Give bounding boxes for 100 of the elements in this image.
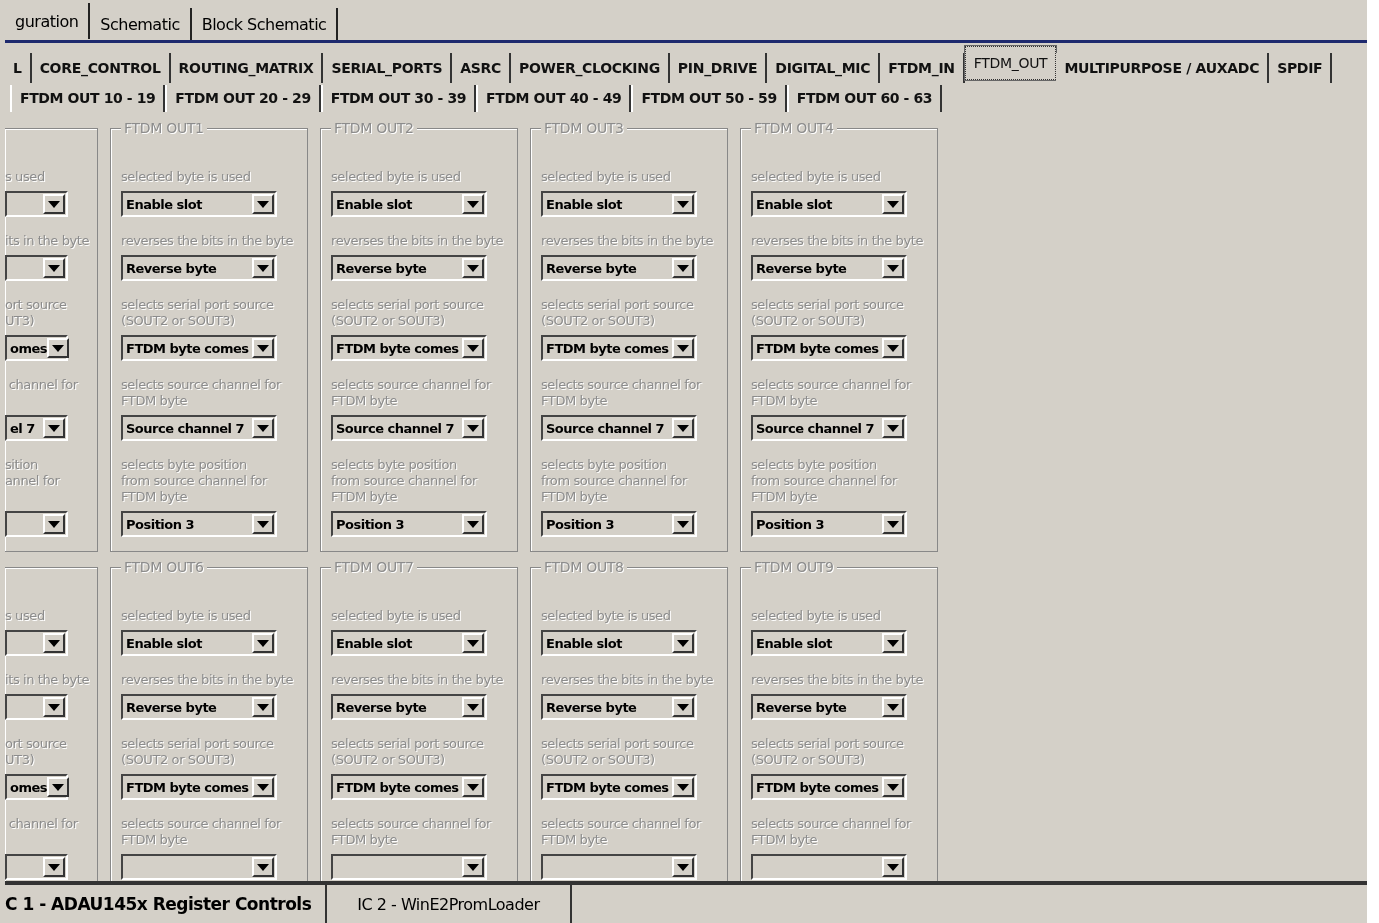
dropdown-button[interactable] (252, 857, 274, 877)
dropdown[interactable] (541, 854, 697, 880)
dropdown[interactable]: Reverse byte (751, 694, 907, 720)
dropdown[interactable]: FTDM byte comes (751, 335, 907, 361)
dropdown-button[interactable] (882, 258, 904, 278)
dropdown[interactable]: Source channel 7 (121, 415, 277, 441)
dropdown-button[interactable] (252, 514, 274, 534)
dropdown-button[interactable] (882, 777, 904, 797)
dropdown-button[interactable] (882, 194, 904, 214)
dropdown-button[interactable] (252, 633, 274, 653)
dropdown-button[interactable] (882, 857, 904, 877)
dropdown-button[interactable] (252, 697, 274, 717)
dropdown[interactable]: Position 3 (541, 511, 697, 537)
dropdown[interactable]: omes (5, 774, 68, 800)
dropdown[interactable] (5, 694, 68, 720)
tab[interactable]: FTDM OUT 30 - 39 (320, 84, 477, 112)
dropdown[interactable]: FTDM byte comes (331, 774, 487, 800)
dropdown[interactable] (5, 854, 68, 880)
dropdown[interactable]: Reverse byte (541, 694, 697, 720)
dropdown[interactable]: Enable slot (541, 191, 697, 217)
dropdown[interactable]: Enable slot (121, 191, 277, 217)
dropdown-button[interactable] (672, 338, 694, 358)
dropdown[interactable]: Reverse byte (541, 255, 697, 281)
dropdown[interactable]: Enable slot (121, 630, 277, 656)
dropdown[interactable] (5, 191, 68, 217)
dropdown[interactable]: FTDM byte comes (121, 774, 277, 800)
dropdown-button[interactable] (882, 338, 904, 358)
tab[interactable]: FTDM OUT 40 - 49 (476, 84, 632, 112)
dropdown[interactable]: Reverse byte (331, 694, 487, 720)
dropdown-button[interactable] (672, 418, 694, 438)
dropdown-button[interactable] (882, 697, 904, 717)
tab[interactable]: FTDM OUT 50 - 59 (631, 84, 787, 112)
dropdown[interactable]: Enable slot (331, 191, 487, 217)
tab[interactable]: MULTIPURPOSE / AUXADC (1056, 53, 1270, 83)
tab[interactable]: FTDM OUT 10 - 19 (10, 84, 166, 112)
dropdown-button[interactable] (43, 857, 65, 877)
dropdown[interactable]: Enable slot (331, 630, 487, 656)
dropdown[interactable] (121, 854, 277, 880)
dropdown-button[interactable] (462, 697, 484, 717)
tab[interactable]: FTDM_OUT (964, 46, 1057, 80)
dropdown[interactable] (331, 854, 487, 880)
dropdown-button[interactable] (672, 633, 694, 653)
tab[interactable]: FTDM OUT 20 - 29 (165, 84, 321, 112)
dropdown-button[interactable] (672, 857, 694, 877)
dropdown[interactable]: Position 3 (121, 511, 277, 537)
dropdown[interactable]: omes (5, 335, 68, 361)
dropdown-button[interactable] (882, 633, 904, 653)
dropdown[interactable]: Reverse byte (331, 255, 487, 281)
dropdown-button[interactable] (43, 194, 65, 214)
dropdown-button[interactable] (252, 418, 274, 438)
dropdown-button[interactable] (43, 697, 65, 717)
dropdown-button[interactable] (462, 633, 484, 653)
dropdown-button[interactable] (462, 194, 484, 214)
dropdown-button[interactable] (672, 777, 694, 797)
dropdown-button[interactable] (47, 338, 70, 358)
dropdown[interactable]: el 7 (5, 415, 68, 441)
dropdown-button[interactable] (252, 777, 274, 797)
tab[interactable]: C 1 - ADAU145x Register Controls (5, 885, 328, 923)
dropdown[interactable]: Reverse byte (121, 255, 277, 281)
dropdown[interactable]: Source channel 7 (331, 415, 487, 441)
dropdown[interactable] (5, 630, 68, 656)
dropdown[interactable]: Enable slot (751, 630, 907, 656)
dropdown-button[interactable] (462, 857, 484, 877)
dropdown-button[interactable] (672, 514, 694, 534)
dropdown-button[interactable] (462, 418, 484, 438)
dropdown-button[interactable] (882, 514, 904, 534)
tab[interactable]: FTDM OUT 60 - 63 (786, 84, 943, 112)
dropdown-button[interactable] (43, 633, 65, 653)
dropdown[interactable]: Position 3 (331, 511, 487, 537)
dropdown[interactable]: Position 3 (751, 511, 907, 537)
dropdown-button[interactable] (43, 514, 65, 534)
dropdown-button[interactable] (672, 194, 694, 214)
group-title: FTDM OUT9 (751, 559, 837, 575)
dropdown-button[interactable] (672, 697, 694, 717)
dropdown[interactable]: Reverse byte (121, 694, 277, 720)
dropdown-button[interactable] (47, 777, 70, 797)
dropdown-button[interactable] (462, 258, 484, 278)
dropdown-button[interactable] (672, 258, 694, 278)
dropdown-button[interactable] (462, 514, 484, 534)
dropdown[interactable]: FTDM byte comes (541, 774, 697, 800)
dropdown-button[interactable] (43, 258, 65, 278)
dropdown[interactable]: Reverse byte (751, 255, 907, 281)
dropdown[interactable] (5, 511, 68, 537)
dropdown[interactable]: Enable slot (541, 630, 697, 656)
dropdown[interactable]: Enable slot (751, 191, 907, 217)
dropdown[interactable]: FTDM byte comes (751, 774, 907, 800)
dropdown[interactable] (751, 854, 907, 880)
dropdown-button[interactable] (252, 194, 274, 214)
dropdown[interactable] (5, 255, 68, 281)
dropdown-button[interactable] (252, 338, 274, 358)
dropdown[interactable]: FTDM byte comes (331, 335, 487, 361)
dropdown-button[interactable] (462, 777, 484, 797)
dropdown[interactable]: Source channel 7 (541, 415, 697, 441)
dropdown-button[interactable] (462, 338, 484, 358)
dropdown[interactable]: FTDM byte comes (541, 335, 697, 361)
dropdown-button[interactable] (252, 258, 274, 278)
dropdown[interactable]: FTDM byte comes (121, 335, 277, 361)
dropdown-button[interactable] (43, 418, 65, 438)
dropdown[interactable]: Source channel 7 (751, 415, 907, 441)
dropdown-button[interactable] (882, 418, 904, 438)
